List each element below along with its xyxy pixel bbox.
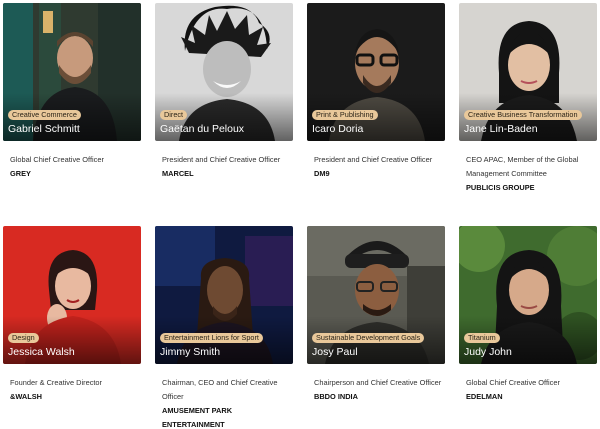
person-role: Chairman, CEO and Chief Creative Officer [162, 378, 278, 401]
person-card[interactable]: Design Jessica Walsh Founder & Creative … [3, 226, 141, 404]
person-card[interactable]: Entertainment Lions for Sport Jimmy Smit… [155, 226, 293, 429]
person-photo: Entertainment Lions for Sport Jimmy Smit… [155, 226, 293, 364]
person-company: AMUSEMENT PARK ENTERTAINMENT [162, 406, 233, 429]
person-role: President and Chief Creative Officer [314, 155, 433, 164]
category-badge: Titanium [464, 333, 500, 343]
person-company: GREY [10, 169, 31, 178]
category-badge: Entertainment Lions for Sport [160, 333, 263, 343]
person-card[interactable]: Creative Business Transformation Jane Li… [459, 3, 597, 195]
category-badge: Sustainable Development Goals [312, 333, 425, 343]
person-company: BBDO INDIA [314, 392, 358, 401]
category-badge: Creative Commerce [8, 110, 81, 120]
person-name[interactable]: Judy John [464, 346, 512, 359]
category-badge: Creative Business Transformation [464, 110, 582, 120]
jury-grid: Creative Commerce Gabriel Schmitt Global… [0, 0, 600, 429]
person-card[interactable]: Creative Commerce Gabriel Schmitt Global… [3, 3, 141, 181]
person-photo: Sustainable Development Goals Josy Paul [307, 226, 445, 364]
category-badge: Design [8, 333, 39, 343]
person-name[interactable]: Icaro Doria [312, 123, 363, 136]
person-card[interactable]: Direct Gaëtan du Peloux President and Ch… [155, 3, 293, 181]
person-company: DM9 [314, 169, 330, 178]
person-photo: Creative Business Transformation Jane Li… [459, 3, 597, 141]
person-card[interactable]: Print & Publishing Icaro Doria President… [307, 3, 445, 181]
person-photo: Titanium Judy John [459, 226, 597, 364]
person-photo: Print & Publishing Icaro Doria [307, 3, 445, 141]
person-photo: Direct Gaëtan du Peloux [155, 3, 293, 141]
person-company: EDELMAN [466, 392, 503, 401]
category-badge: Print & Publishing [312, 110, 378, 120]
person-name[interactable]: Jane Lin-Baden [464, 123, 538, 136]
person-photo: Design Jessica Walsh [3, 226, 141, 364]
person-company: MARCEL [162, 169, 194, 178]
person-name[interactable]: Jimmy Smith [160, 346, 220, 359]
person-name[interactable]: Gabriel Schmitt [8, 123, 80, 136]
person-role: Founder & Creative Director [10, 378, 103, 387]
person-photo: Creative Commerce Gabriel Schmitt [3, 3, 141, 141]
person-name[interactable]: Josy Paul [312, 346, 358, 359]
person-role: Chairperson and Chief Creative Officer [314, 378, 442, 387]
person-company: PUBLICIS GROUPE [466, 183, 535, 192]
person-company: &WALSH [10, 392, 43, 401]
person-role: CEO APAC, Member of the Global Managemen… [466, 155, 579, 178]
person-card[interactable]: Sustainable Development Goals Josy Paul … [307, 226, 445, 404]
person-role: Global Chief Creative Officer [10, 155, 104, 164]
person-name[interactable]: Jessica Walsh [8, 346, 75, 359]
person-role: Global Chief Creative Officer [466, 378, 560, 387]
person-role: President and Chief Creative Officer [162, 155, 281, 164]
person-card[interactable]: Titanium Judy John Global Chief Creative… [459, 226, 597, 404]
person-name[interactable]: Gaëtan du Peloux [160, 123, 244, 136]
category-badge: Direct [160, 110, 188, 120]
